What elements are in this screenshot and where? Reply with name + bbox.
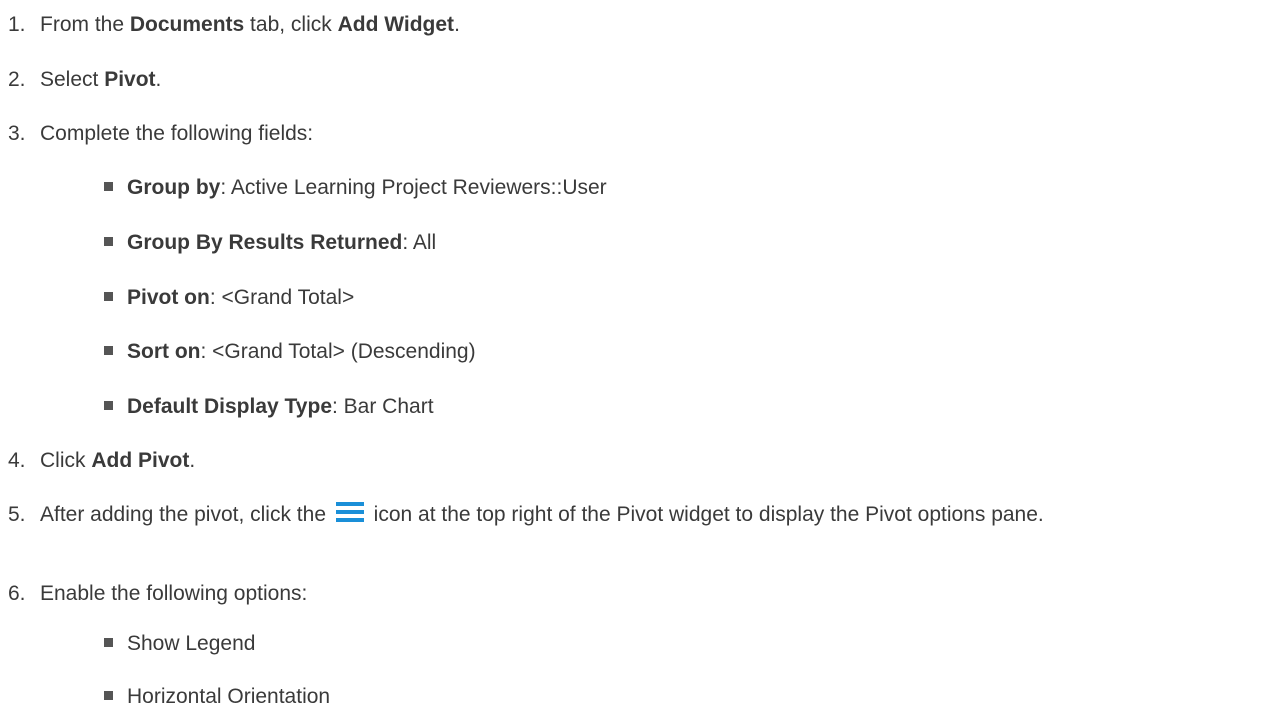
field-item: Default Display Type: Bar Chart (104, 393, 434, 421)
step-number: 1. (8, 13, 26, 36)
step-2: 2. Select Pivot. (8, 66, 1268, 94)
field-value: : <Grand Total> (Descending) (200, 340, 476, 363)
step-text: Enable the following options: (40, 582, 308, 605)
step-text: From the (40, 13, 130, 36)
field-label: Group By Results Returned (127, 231, 403, 254)
field-value: : All (402, 231, 437, 254)
step-4: 4. Click Add Pivot. (8, 447, 1268, 475)
field-label: Default Display Type (127, 395, 332, 418)
step-text: Complete the following fields: (40, 122, 314, 145)
square-bullet-icon (104, 346, 113, 355)
step-text: . (155, 68, 162, 91)
field-item: Pivot on: <Grand Total> (104, 284, 354, 312)
field-value: : <Grand Total> (209, 286, 355, 309)
field-label: Pivot on (127, 286, 210, 309)
field-label: Group by (127, 176, 221, 199)
hamburger-menu-icon (335, 501, 365, 523)
step-text: . (454, 13, 460, 36)
field-item: Sort on: <Grand Total> (Descending) (104, 338, 476, 366)
option-label: Show Legend (127, 632, 256, 655)
step-number: 5. (8, 503, 26, 526)
field-item: Group by: Active Learning Project Review… (104, 174, 607, 202)
step-number: 3. (8, 122, 26, 145)
option-label: Horizontal Orientation (127, 685, 331, 708)
step-5: 5. After adding the pivot, click the icon… (8, 498, 1268, 532)
step-text: tab, click (244, 13, 338, 36)
add-pivot-reference: Add Pivot (91, 449, 190, 472)
step-text: After adding the pivot, click the (40, 503, 332, 526)
step-number: 2. (8, 68, 26, 91)
step-6: 6. Enable the following options: (8, 580, 1268, 608)
square-bullet-icon (104, 237, 113, 246)
step-text: . (189, 449, 196, 472)
step-text: Select (40, 68, 105, 91)
option-item: Horizontal Orientation (104, 683, 330, 711)
field-value: : Active Learning Project Reviewers::Use… (220, 176, 607, 199)
step-1: 1. From the Documents tab, click Add Widg… (8, 11, 1268, 39)
step-3: 3. Complete the following fields: (8, 120, 1268, 148)
step-number: 6. (8, 582, 26, 605)
step-text: Click (40, 449, 92, 472)
square-bullet-icon (104, 401, 113, 410)
field-item: Group By Results Returned: All (104, 229, 436, 257)
field-label: Sort on (127, 340, 201, 363)
pivot-reference: Pivot (104, 68, 156, 91)
square-bullet-icon (104, 182, 113, 191)
step-text: icon at the top right of the Pivot widge… (367, 503, 1044, 526)
square-bullet-icon (104, 691, 113, 700)
square-bullet-icon (104, 638, 113, 647)
add-widget-reference: Add Widget (337, 13, 455, 36)
step-number: 4. (8, 449, 26, 472)
field-value: : Bar Chart (332, 395, 434, 418)
square-bullet-icon (104, 292, 113, 301)
documents-tab-reference: Documents (129, 13, 245, 36)
option-item: Show Legend (104, 630, 255, 658)
